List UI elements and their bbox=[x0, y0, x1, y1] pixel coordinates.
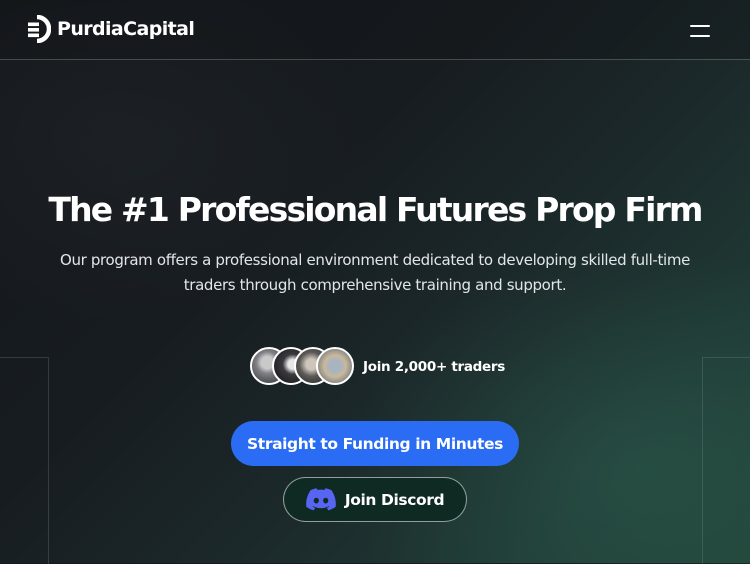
menu-line-bottom bbox=[690, 35, 710, 37]
top-navbar: PurdiaCapital bbox=[0, 0, 750, 60]
decorative-frame-right bbox=[702, 357, 750, 564]
brand-name: PurdiaCapital bbox=[57, 18, 195, 40]
menu-line-top bbox=[690, 25, 710, 27]
purdia-logo-icon bbox=[28, 15, 51, 43]
avatar-stack bbox=[250, 346, 354, 388]
traders-count-label: Join 2,000+ traders bbox=[363, 359, 505, 375]
join-discord-label: Join Discord bbox=[344, 490, 445, 509]
trader-avatar-4 bbox=[316, 347, 354, 385]
decorative-frame-left bbox=[0, 357, 49, 564]
social-proof: Join 2,000+ traders bbox=[250, 346, 505, 388]
join-discord-button[interactable]: Join Discord bbox=[283, 477, 467, 522]
discord-icon bbox=[306, 488, 336, 511]
brand-logo[interactable]: PurdiaCapital bbox=[27, 15, 195, 43]
hero-subtitle: Our program offers a professional enviro… bbox=[60, 251, 690, 294]
funding-cta-button[interactable]: Straight to Funding in Minutes bbox=[231, 421, 519, 466]
hamburger-menu-icon[interactable] bbox=[688, 22, 712, 40]
hero-title: The #1 Professional Futures Prop Firm bbox=[48, 190, 703, 229]
